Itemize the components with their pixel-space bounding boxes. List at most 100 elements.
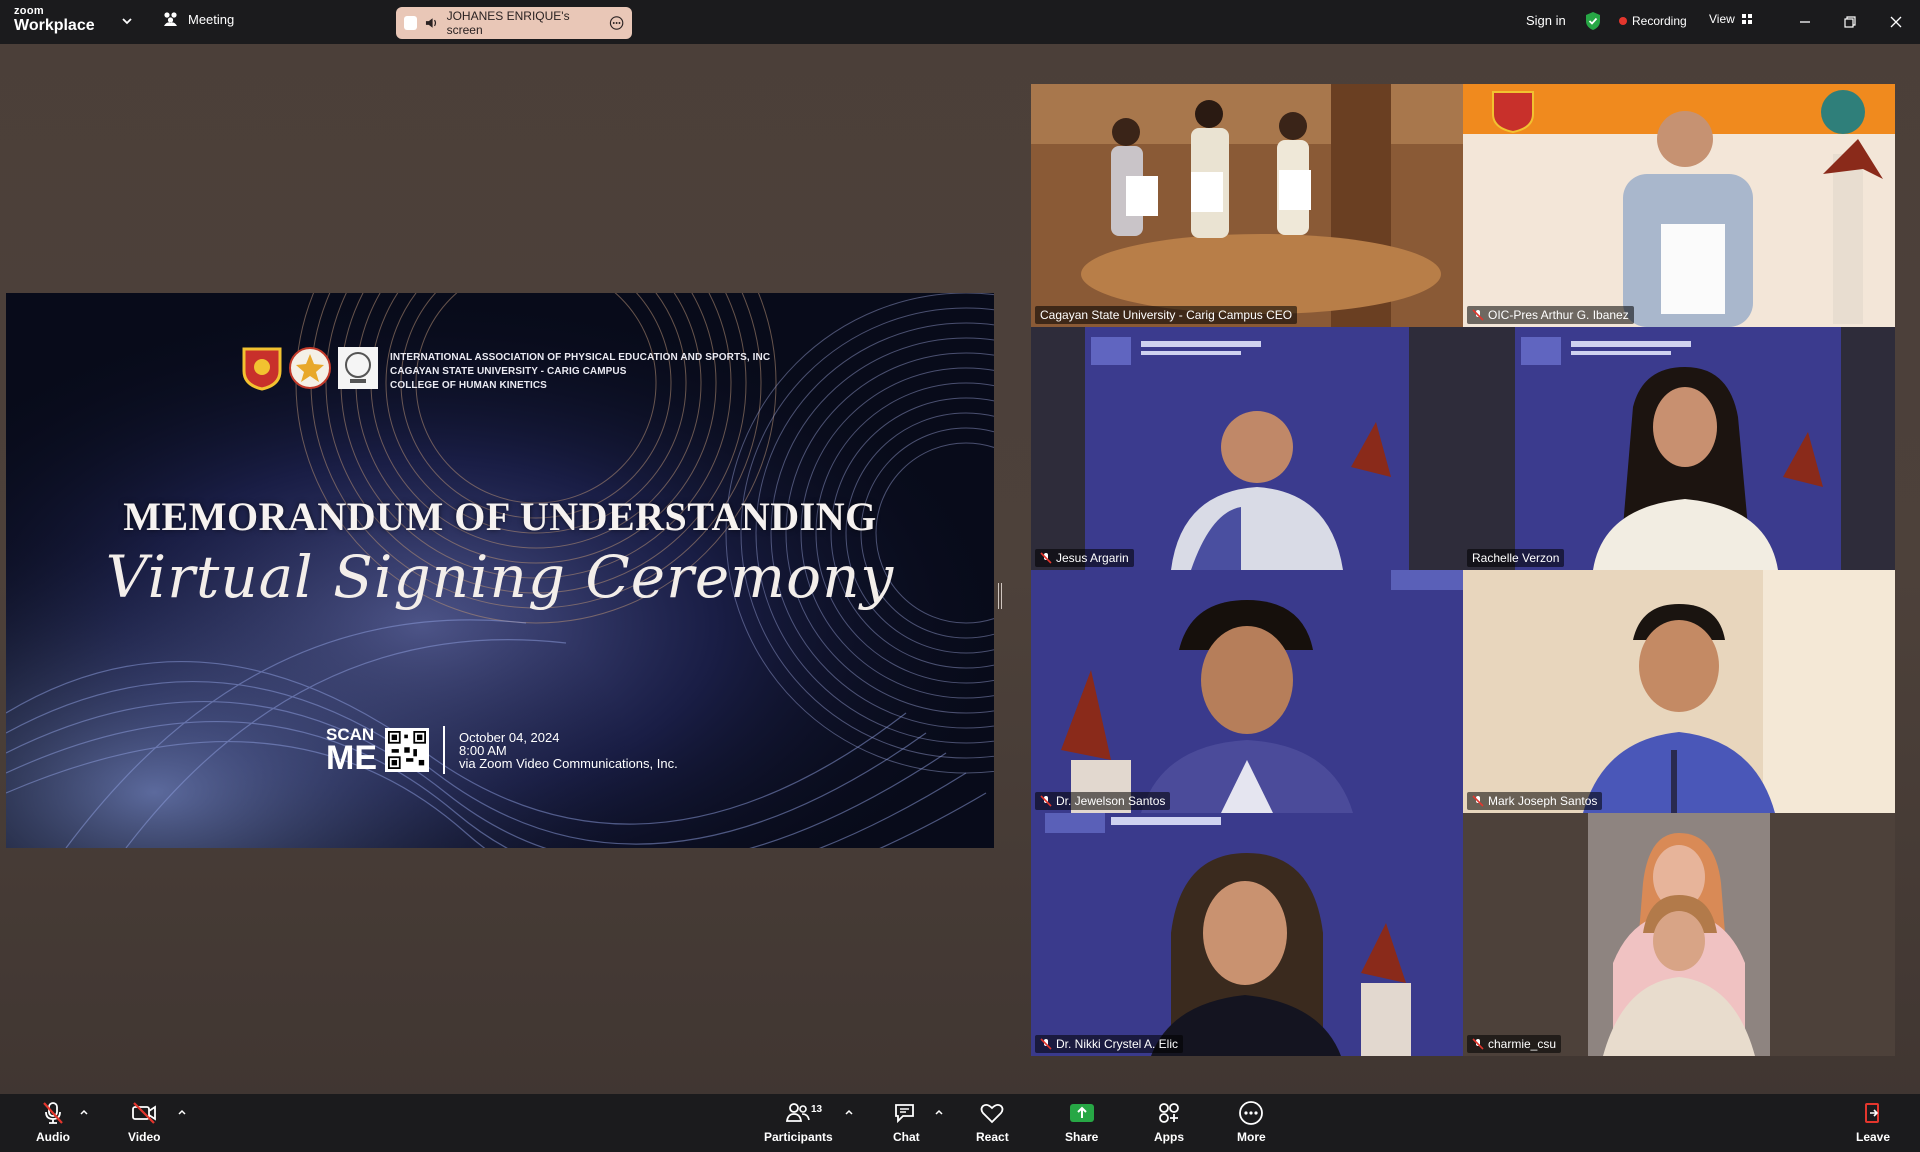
react-label: React [976, 1130, 1009, 1144]
screen-share-indicator[interactable]: JOHANES ENRIQUE's screen [396, 7, 632, 39]
event-info: October 04, 2024 8:00 AM via Zoom Video … [459, 731, 678, 770]
muted-mic-icon [1472, 1038, 1484, 1050]
participant-name-tag: Dr. Jewelson Santos [1035, 792, 1171, 810]
screen-share-label: JOHANES ENRIQUE's screen [446, 9, 570, 37]
close-icon [1890, 16, 1902, 28]
participant-name: Rachelle Verzon [1472, 551, 1560, 565]
participant-video [1463, 570, 1895, 813]
video-tile[interactable]: charmie_csu [1463, 813, 1895, 1056]
audio-button[interactable]: Audio [36, 1100, 70, 1150]
recording-indicator[interactable]: Recording [1619, 14, 1687, 28]
top-bar: zoom Workplace Meeting JOHANES ENRIQUE's… [0, 0, 1920, 44]
presentation-subtitle: Virtual Signing Ceremony [105, 543, 895, 611]
brand-small: zoom [14, 5, 44, 17]
view-label: View [1709, 12, 1735, 26]
video-tile[interactable]: Dr. Jewelson Santos [1031, 570, 1463, 813]
participant-video [1031, 570, 1463, 813]
video-options-caret-icon[interactable] [176, 1106, 188, 1118]
event-time: 8:00 AM [459, 742, 507, 758]
more-options-icon[interactable] [609, 15, 624, 31]
meeting-icon [164, 12, 177, 26]
recording-dot-icon [1619, 17, 1627, 25]
participant-name: charmie_csu [1488, 1037, 1557, 1051]
participant-name-tag: Jesus Argarin [1035, 549, 1134, 567]
participant-name: Dr. Nikki Crystel A. Elic [1056, 1037, 1179, 1051]
participant-name-tag: OIC-Pres Arthur G. Ibanez [1467, 306, 1634, 324]
chevron-down-icon[interactable] [120, 14, 134, 28]
leave-door-icon [1865, 1103, 1880, 1123]
muted-mic-icon [1472, 309, 1484, 321]
event-platform: via Zoom Video Communications, Inc. [459, 755, 678, 771]
minimize-button[interactable] [1793, 10, 1817, 34]
chk-seal-icon [338, 347, 378, 389]
participant-name: OIC-Pres Arthur G. Ibanez [1488, 308, 1629, 322]
muted-mic-icon [1472, 795, 1484, 807]
chat-icon [895, 1104, 915, 1124]
scan-divider [443, 726, 445, 774]
minimize-icon [1800, 21, 1810, 23]
audio-options-caret-icon[interactable] [78, 1106, 90, 1118]
me-label: ME [326, 739, 377, 777]
more-icon [1239, 1101, 1264, 1125]
organization-lines: INTERNATIONAL ASSOCIATION OF PHYSICAL ED… [390, 351, 770, 393]
video-tile[interactable]: Cagayan State University - Carig Campus … [1031, 84, 1463, 327]
apps-label: Apps [1154, 1130, 1184, 1144]
more-label: More [1237, 1130, 1266, 1144]
resize-splitter[interactable] [998, 583, 1002, 609]
video-label: Video [128, 1130, 161, 1144]
close-button[interactable] [1884, 10, 1908, 34]
grid-view-icon [1741, 14, 1752, 24]
muted-mic-icon [1040, 1038, 1052, 1050]
participant-video [1463, 84, 1895, 327]
restore-icon [1844, 16, 1856, 28]
leave-label: Leave [1856, 1130, 1891, 1144]
org-line-3: COLLEGE OF HUMAN KINETICS [390, 380, 547, 391]
chat-label: Chat [893, 1130, 920, 1144]
share-square-icon [404, 16, 418, 30]
participants-button[interactable]: Participants [764, 1100, 833, 1150]
chat-options-caret-icon[interactable] [933, 1106, 945, 1118]
video-tile-active-speaker[interactable]: Rachelle Verzon [1463, 327, 1895, 570]
video-tile[interactable]: Mark Joseph Santos [1463, 570, 1895, 813]
video-gallery: Cagayan State University - Carig Campus … [1031, 84, 1895, 1056]
heart-icon [980, 1103, 1004, 1124]
partner-logos [240, 345, 380, 391]
video-button[interactable]: Video [128, 1100, 160, 1150]
leave-button[interactable]: Leave [1856, 1100, 1890, 1150]
qr-code-icon [385, 728, 429, 772]
scan-me-text: SCAN ME [326, 726, 377, 777]
audio-label: Audio [36, 1130, 70, 1144]
shared-screen[interactable]: INTERNATIONAL ASSOCIATION OF PHYSICAL ED… [6, 293, 994, 848]
participant-video [1031, 84, 1463, 327]
sign-in-link[interactable]: Sign in [1526, 13, 1566, 28]
more-button[interactable]: More [1237, 1100, 1266, 1150]
video-tile[interactable]: OIC-Pres Arthur G. Ibanez [1463, 84, 1895, 327]
video-tile[interactable]: Dr. Nikki Crystel A. Elic [1031, 813, 1463, 1056]
participant-name-tag: Rachelle Verzon [1467, 549, 1565, 567]
chat-button[interactable]: Chat [893, 1100, 920, 1150]
scan-block: SCAN ME October 04, 2024 8:00 AM via Zoo… [326, 726, 678, 777]
app-logo: zoom Workplace [14, 6, 95, 34]
muted-mic-icon [1040, 795, 1052, 807]
meeting-label: Meeting [188, 11, 235, 27]
security-shield-icon[interactable] [1584, 11, 1602, 31]
restore-button[interactable] [1838, 10, 1862, 34]
view-button[interactable]: View [1709, 12, 1753, 26]
org-line-1: INTERNATIONAL ASSOCIATION OF PHYSICAL ED… [390, 352, 771, 363]
share-button[interactable]: Share [1065, 1100, 1098, 1150]
muted-mic-icon [1040, 552, 1052, 564]
meeting-info-button[interactable]: Meeting [162, 11, 234, 27]
participants-label: Participants [764, 1130, 833, 1144]
brand-large: Workplace [14, 17, 95, 34]
participant-video [1463, 327, 1895, 570]
share-screen-icon [1069, 1104, 1094, 1122]
participants-count-badge: 13 [811, 1104, 823, 1115]
participant-name-tag: Cagayan State University - Carig Campus … [1035, 306, 1298, 324]
apps-button[interactable]: Apps [1154, 1100, 1184, 1150]
react-button[interactable]: React [976, 1100, 1009, 1150]
video-tile[interactable]: Jesus Argarin [1031, 327, 1463, 570]
recording-label: Recording [1632, 14, 1687, 28]
participants-icon [786, 1103, 811, 1122]
participants-options-caret-icon[interactable] [843, 1106, 855, 1118]
muted-mic-icon [43, 1102, 63, 1124]
